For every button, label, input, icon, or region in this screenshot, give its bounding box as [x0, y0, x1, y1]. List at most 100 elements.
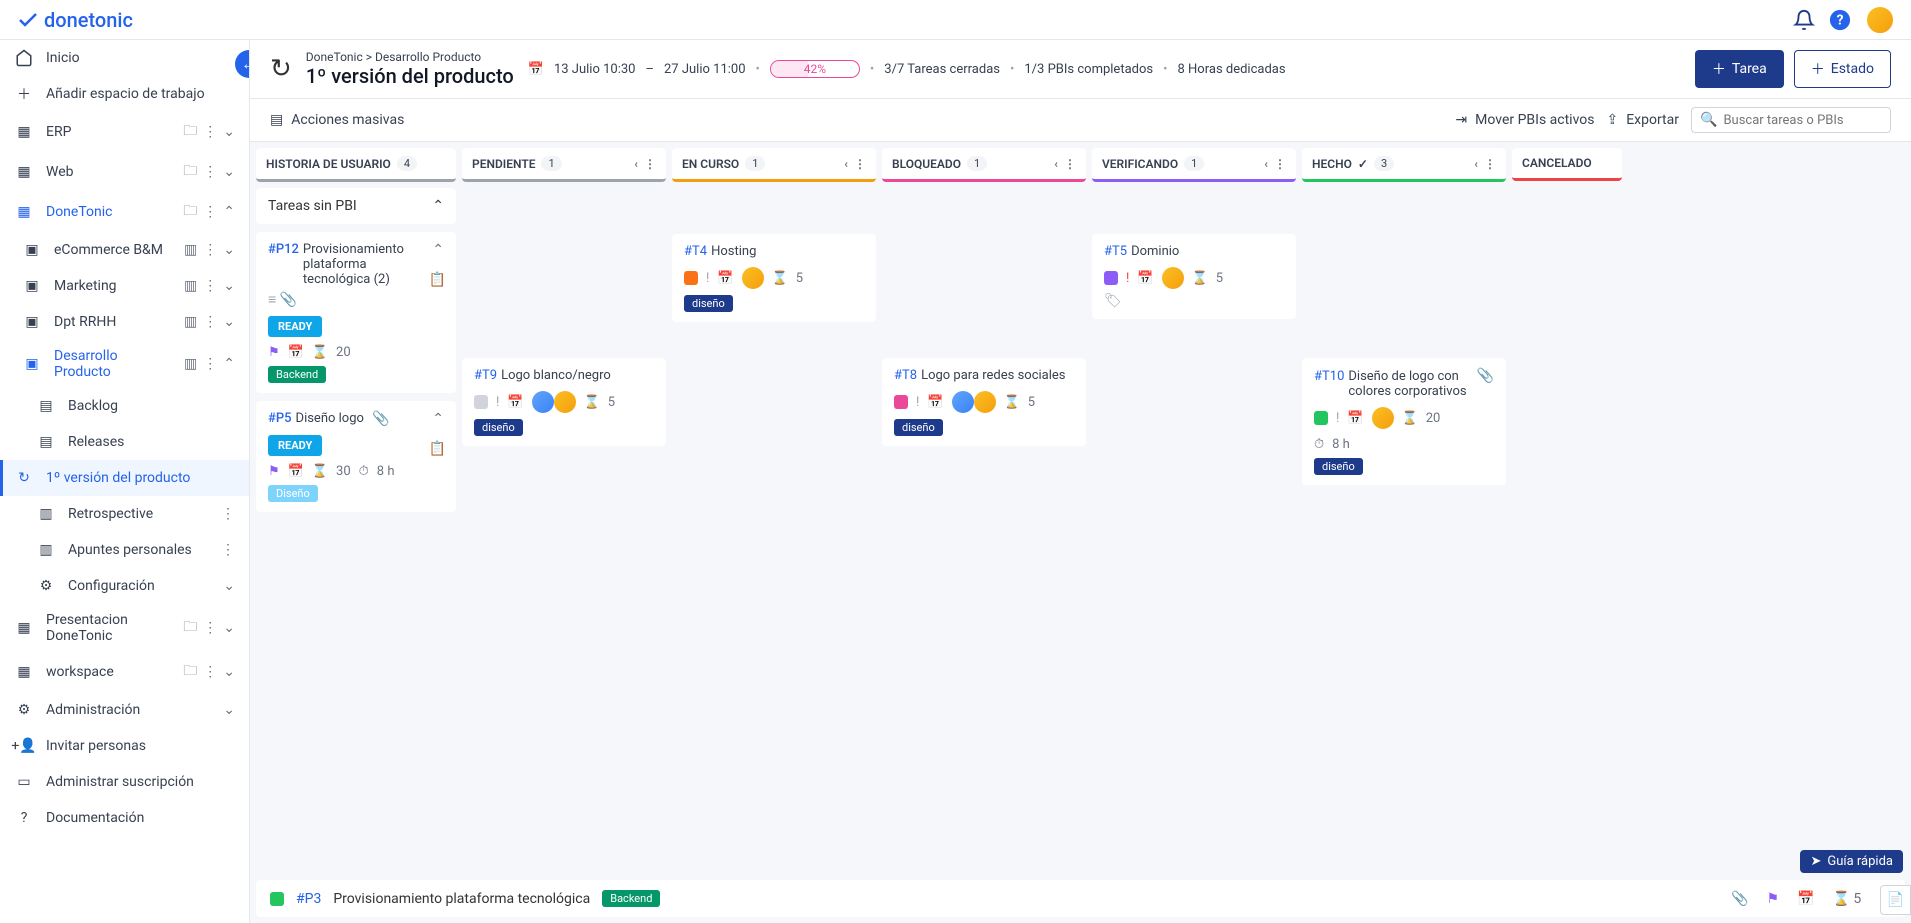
attachment-icon[interactable]: 📎: [1731, 891, 1748, 907]
flag-icon[interactable]: ⚑: [268, 345, 280, 360]
board-icon[interactable]: ▥: [184, 242, 197, 258]
more-icon[interactable]: ⋮: [1484, 157, 1496, 171]
more-icon[interactable]: ⋮: [203, 124, 217, 140]
chevron-down-icon[interactable]: ⌄: [223, 578, 235, 594]
chevron-left-icon[interactable]: ‹: [844, 157, 848, 171]
avatar[interactable]: [1372, 407, 1394, 429]
calendar-icon[interactable]: 📅: [1347, 411, 1363, 426]
add-task-button[interactable]: ＋ Tarea: [1695, 50, 1784, 88]
more-icon[interactable]: ⋮: [203, 278, 217, 294]
chevron-up-icon[interactable]: ⌃: [432, 411, 444, 427]
chevron-left-icon[interactable]: ‹: [1054, 157, 1058, 171]
export-button[interactable]: ⇪ Exportar: [1606, 112, 1679, 128]
board-icon[interactable]: ▥: [184, 314, 197, 330]
chevron-down-icon[interactable]: ⌄: [223, 664, 235, 680]
nav-erp[interactable]: ▦ ERP 🗀⋮⌄: [0, 112, 249, 152]
clipboard-icon[interactable]: 📋: [429, 272, 446, 288]
calendar-icon[interactable]: 📅: [288, 464, 304, 479]
quick-guide-button[interactable]: ➤ Guía rápida: [1800, 850, 1903, 873]
more-icon[interactable]: ⋮: [203, 664, 217, 680]
chevron-down-icon[interactable]: ⌄: [223, 278, 235, 294]
nav-retro[interactable]: ▥ Retrospective ⋮: [0, 496, 249, 532]
folder-icon[interactable]: 🗀: [183, 660, 197, 684]
chevron-left-icon[interactable]: ‹: [1264, 157, 1268, 171]
nav-releases[interactable]: ▤ Releases: [0, 424, 249, 460]
board-icon[interactable]: ▥: [184, 356, 197, 372]
nav-docs[interactable]: ? Documentación: [0, 800, 249, 836]
more-icon[interactable]: ⋮: [203, 356, 217, 372]
bulk-actions-button[interactable]: ▤ Acciones masivas: [270, 112, 404, 128]
task-card-t5[interactable]: #T5Dominio ! 📅 ⌛5 🏷: [1092, 234, 1296, 319]
help-icon[interactable]: ?: [1829, 9, 1851, 31]
nav-presentacion[interactable]: ▦ Presentacion DoneTonic 🗀⋮⌄: [0, 604, 249, 652]
calendar-icon[interactable]: 📅: [288, 345, 304, 360]
chevron-down-icon[interactable]: ⌄: [223, 242, 235, 258]
pbi-collapsed-p3[interactable]: #P3 Provisionamiento plataforma tecnológ…: [256, 880, 1905, 917]
chevron-down-icon[interactable]: ⌄: [223, 164, 235, 180]
nav-home[interactable]: Inicio: [0, 40, 249, 76]
flag-icon[interactable]: ⚑: [1766, 891, 1779, 907]
tag-icon[interactable]: 🏷: [1104, 293, 1284, 309]
avatar[interactable]: [742, 267, 764, 289]
flag-icon[interactable]: ⚑: [268, 464, 280, 479]
nav-marketing[interactable]: ▣ Marketing ▥⋮⌄: [0, 268, 249, 304]
chevron-up-icon[interactable]: ⌃: [223, 356, 235, 372]
nav-add-workspace[interactable]: ＋ Añadir espacio de trabajo: [0, 76, 249, 112]
nav-ecommerce[interactable]: ▣ eCommerce B&M ▥⋮⌄: [0, 232, 249, 268]
chevron-down-icon[interactable]: ⌄: [223, 124, 235, 140]
nav-admin[interactable]: ⚙ Administración ⌄: [0, 692, 249, 728]
task-card-t9[interactable]: #T9Logo blanco/negro ! 📅 ⌛5 diseño: [462, 358, 666, 446]
chevron-up-icon[interactable]: ⌃: [223, 204, 235, 220]
nav-notes[interactable]: ▥ Apuntes personales ⋮: [0, 532, 249, 568]
nav-sprint-active[interactable]: ↻ 1º versión del producto: [0, 460, 249, 496]
avatar[interactable]: [554, 391, 576, 413]
pbi-card-p12[interactable]: #P12 Provisionamiento plataforma tecnoló…: [256, 232, 456, 393]
avatar[interactable]: [952, 391, 974, 413]
chevron-down-icon[interactable]: ⌄: [223, 702, 235, 718]
nav-invite[interactable]: +👤 Invitar personas: [0, 728, 249, 764]
notes-button[interactable]: 📄: [1880, 885, 1911, 915]
more-icon[interactable]: ⋮: [1274, 157, 1286, 171]
avatar[interactable]: [1162, 267, 1184, 289]
progress-pill[interactable]: 42%: [770, 60, 860, 78]
more-icon[interactable]: ⋮: [854, 157, 866, 171]
calendar-icon[interactable]: 📅: [528, 62, 544, 77]
folder-icon[interactable]: 🗀: [183, 120, 197, 144]
clipboard-icon[interactable]: 📋: [429, 441, 446, 457]
chevron-down-icon[interactable]: ⌄: [223, 620, 235, 636]
search-box[interactable]: 🔍: [1691, 107, 1891, 133]
folder-icon[interactable]: 🗀: [183, 200, 197, 224]
chevron-up-icon[interactable]: ⌃: [432, 242, 444, 258]
board-icon[interactable]: ▥: [184, 278, 197, 294]
chevron-left-icon[interactable]: ‹: [634, 157, 638, 171]
chevron-up-icon[interactable]: ⌃: [432, 198, 444, 214]
logo[interactable]: donetonic: [16, 8, 133, 32]
task-card-t10[interactable]: #T10Diseño de logo con colores corporati…: [1302, 358, 1506, 485]
more-icon[interactable]: ⋮: [203, 204, 217, 220]
calendar-icon[interactable]: 📅: [927, 395, 943, 410]
avatar[interactable]: [974, 391, 996, 413]
more-icon[interactable]: ⋮: [644, 157, 656, 171]
breadcrumb[interactable]: DoneTonic > Desarrollo Producto: [306, 50, 514, 64]
nav-workspace-generic[interactable]: ▦ workspace 🗀⋮⌄: [0, 652, 249, 692]
nav-web[interactable]: ▦ Web 🗀⋮⌄: [0, 152, 249, 192]
more-icon[interactable]: ⋮: [221, 506, 235, 522]
pbi-card-p5[interactable]: #P5 Diseño logo 📎 ⌃ READY 📋 ⚑ 📅 ⌛30 ⏱8 h…: [256, 401, 456, 512]
bell-icon[interactable]: [1793, 9, 1815, 31]
task-card-t8[interactable]: #T8Logo para redes sociales ! 📅 ⌛5 diseñ…: [882, 358, 1086, 446]
calendar-icon[interactable]: 📅: [717, 271, 733, 286]
more-icon[interactable]: ⋮: [203, 620, 217, 636]
calendar-icon[interactable]: 📅: [1797, 891, 1814, 907]
task-card-t4[interactable]: #T4Hosting ! 📅 ⌛5 diseño: [672, 234, 876, 322]
move-pbis-button[interactable]: ⇥ Mover PBIs activos: [1455, 112, 1594, 128]
calendar-icon[interactable]: 📅: [1137, 271, 1153, 286]
search-input[interactable]: [1723, 113, 1889, 128]
folder-icon[interactable]: 🗀: [183, 616, 197, 640]
nav-donetonic[interactable]: ▦ DoneTonic 🗀⋮⌃: [0, 192, 249, 232]
pbi-no-pbi-header[interactable]: Tareas sin PBI ⌃: [256, 188, 456, 224]
nav-rrhh[interactable]: ▣ Dpt RRHH ▥⋮⌄: [0, 304, 249, 340]
folder-icon[interactable]: 🗀: [183, 160, 197, 184]
avatar[interactable]: [532, 391, 554, 413]
calendar-icon[interactable]: 📅: [507, 395, 523, 410]
chevron-left-icon[interactable]: ‹: [1474, 157, 1478, 171]
